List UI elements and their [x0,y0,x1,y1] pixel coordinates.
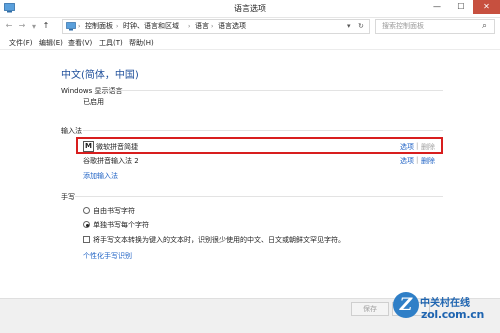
search-icon[interactable]: ⌕ [482,20,487,32]
single-char-radio-label[interactable]: 单独书写每个字符 [93,220,149,230]
breadcrumb-item-control-panel[interactable]: 控制面板 [85,21,113,32]
input-method-remove-link[interactable]: 删除 [421,156,435,166]
display-language-label: Windows 显示语言 [61,87,123,95]
minimize-button[interactable]: — [425,0,449,14]
freeform-radio[interactable] [83,207,90,214]
search-placeholder: 搜索控制面板 [382,22,424,30]
back-button[interactable]: ← [4,20,14,32]
input-method-label: 输入法 [61,127,82,135]
section-divider [75,196,443,197]
forward-button[interactable]: → [17,20,27,32]
section-divider [105,90,443,91]
page-title: 中文(简体，中国) [61,70,139,81]
single-char-radio[interactable] [83,221,90,228]
freeform-radio-label[interactable]: 自由书写字符 [93,206,135,216]
rare-chars-checkbox[interactable] [83,236,90,243]
watermark-brand: 中关村在线 [420,298,470,309]
zol-logo-icon: Z [393,292,419,318]
breadcrumb[interactable]: › 控制面板 › 时钟、语言和区域 › 语言 › 语言选项 ▾ ↻ [62,19,370,34]
section-divider [83,130,443,131]
highlight-annotation [76,137,443,154]
refresh-icon[interactable]: ↻ [358,21,364,32]
search-input[interactable]: 搜索控制面板 ⌕ [375,19,495,34]
breadcrumb-separator: › [78,23,81,30]
maximize-button[interactable]: ☐ [449,0,473,14]
breadcrumb-separator: › [211,23,214,30]
link-divider: | [416,156,419,164]
add-input-method-link[interactable]: 添加输入法 [83,171,118,181]
breadcrumb-item-clock-language-region[interactable]: 时钟、语言和区域 [123,21,179,32]
rare-chars-checkbox-label[interactable]: 将手写文本转换为键入的文本时，识别很少使用的中文、日文或朝鲜文罕见字符。 [93,235,345,245]
personalize-handwriting-link[interactable]: 个性化手写识别 [83,251,132,261]
breadcrumb-separator: › [116,23,119,30]
input-method-options-link[interactable]: 选项 [400,156,414,166]
recent-dropdown-icon[interactable]: ▾ [29,21,39,33]
menu-help[interactable]: 帮助(H) [129,38,154,48]
watermark-url: zol.com.cn [421,308,484,321]
up-button[interactable]: ↑ [41,20,51,32]
breadcrumb-separator: › [188,23,191,30]
control-panel-small-icon [66,22,76,31]
menu-file[interactable]: 文件(F) [9,38,33,48]
menu-view[interactable]: 查看(V) [68,38,92,48]
display-language-status: 已启用 [83,98,104,106]
menu-edit[interactable]: 编辑(E) [39,38,63,48]
save-button[interactable]: 保存 [351,302,389,316]
breadcrumb-item-language[interactable]: 语言 [195,21,209,32]
close-button[interactable]: ✕ [473,0,500,14]
input-method-name: 谷歌拼音输入法 2 [83,157,139,165]
menu-tools[interactable]: 工具(T) [99,38,123,48]
breadcrumb-item-language-options[interactable]: 语言选项 [218,21,246,32]
address-dropdown-icon[interactable]: ▾ [347,21,351,32]
handwriting-label: 手写 [61,193,75,201]
